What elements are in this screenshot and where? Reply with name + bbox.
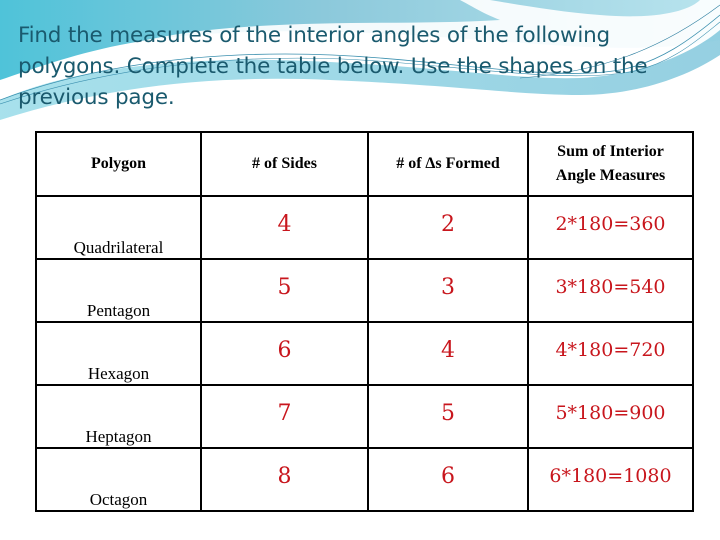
sides-cell: 7 [200,384,369,449]
sides-value: 6 [277,338,292,363]
header-triangles-prefix: # of [396,155,426,172]
sides-cell: 6 [200,321,369,386]
triangles-value: 6 [441,464,455,489]
triangles-cell: 3 [367,258,529,323]
table-row: Pentagon 5 3 3*180=540 [35,258,694,323]
sum-value: 2*180=360 [555,212,666,235]
header-sum-interior-angles: Sum of Interior Angle Measures [527,131,694,197]
sides-cell: 5 [200,258,369,323]
triangles-value: 2 [441,212,455,237]
sum-value: 3*180=540 [555,275,666,298]
sum-value: 5*180=900 [555,401,666,424]
triangles-cell: 6 [367,447,529,512]
polygon-name: Heptagon [35,384,202,449]
polygon-angles-table: Polygon # of Sides # of ∆s Formed Sum of… [35,131,694,512]
header-triangles-formed: # of ∆s Formed [367,131,529,197]
sum-value: 4*180=720 [555,338,666,361]
header-sides: # of Sides [200,131,369,197]
sides-cell: 4 [200,195,369,260]
polygon-name: Pentagon [35,258,202,323]
table-row: Heptagon 7 5 5*180=900 [35,384,694,449]
sum-value: 6*180=1080 [549,464,672,487]
triangles-cell: 5 [367,384,529,449]
header-sum-line1: Sum of Interior [557,143,664,160]
triangles-value: 5 [441,401,455,426]
polygon-name: Hexagon [35,321,202,386]
sum-cell: 4*180=720 [527,321,694,386]
table-row: Hexagon 6 4 4*180=720 [35,321,694,386]
sides-value: 4 [277,212,292,237]
header-sum-line2: Angle Measures [555,167,666,184]
header-triangles-suffix: s Formed [435,155,500,172]
sides-value: 8 [277,464,292,489]
triangles-cell: 4 [367,321,529,386]
sum-cell: 3*180=540 [527,258,694,323]
triangles-value: 4 [441,338,455,363]
polygon-name: Octagon [35,447,202,512]
polygon-name: Quadrilateral [35,195,202,260]
triangles-value: 3 [441,275,455,300]
triangles-cell: 2 [367,195,529,260]
sides-value: 5 [277,275,292,300]
triangle-symbol-icon: ∆ [425,155,436,172]
header-polygon: Polygon [35,131,202,197]
table-header-row: Polygon # of Sides # of ∆s Formed Sum of… [35,131,694,197]
sum-cell: 6*180=1080 [527,447,694,512]
table-row: Quadrilateral 4 2 2*180=360 [35,195,694,260]
instructions-text: Find the measures of the interior angles… [18,23,648,110]
sum-cell: 2*180=360 [527,195,694,260]
sum-cell: 5*180=900 [527,384,694,449]
table-row: Octagon 8 6 6*180=1080 [35,447,694,512]
sides-value: 7 [277,401,292,426]
sides-cell: 8 [200,447,369,512]
